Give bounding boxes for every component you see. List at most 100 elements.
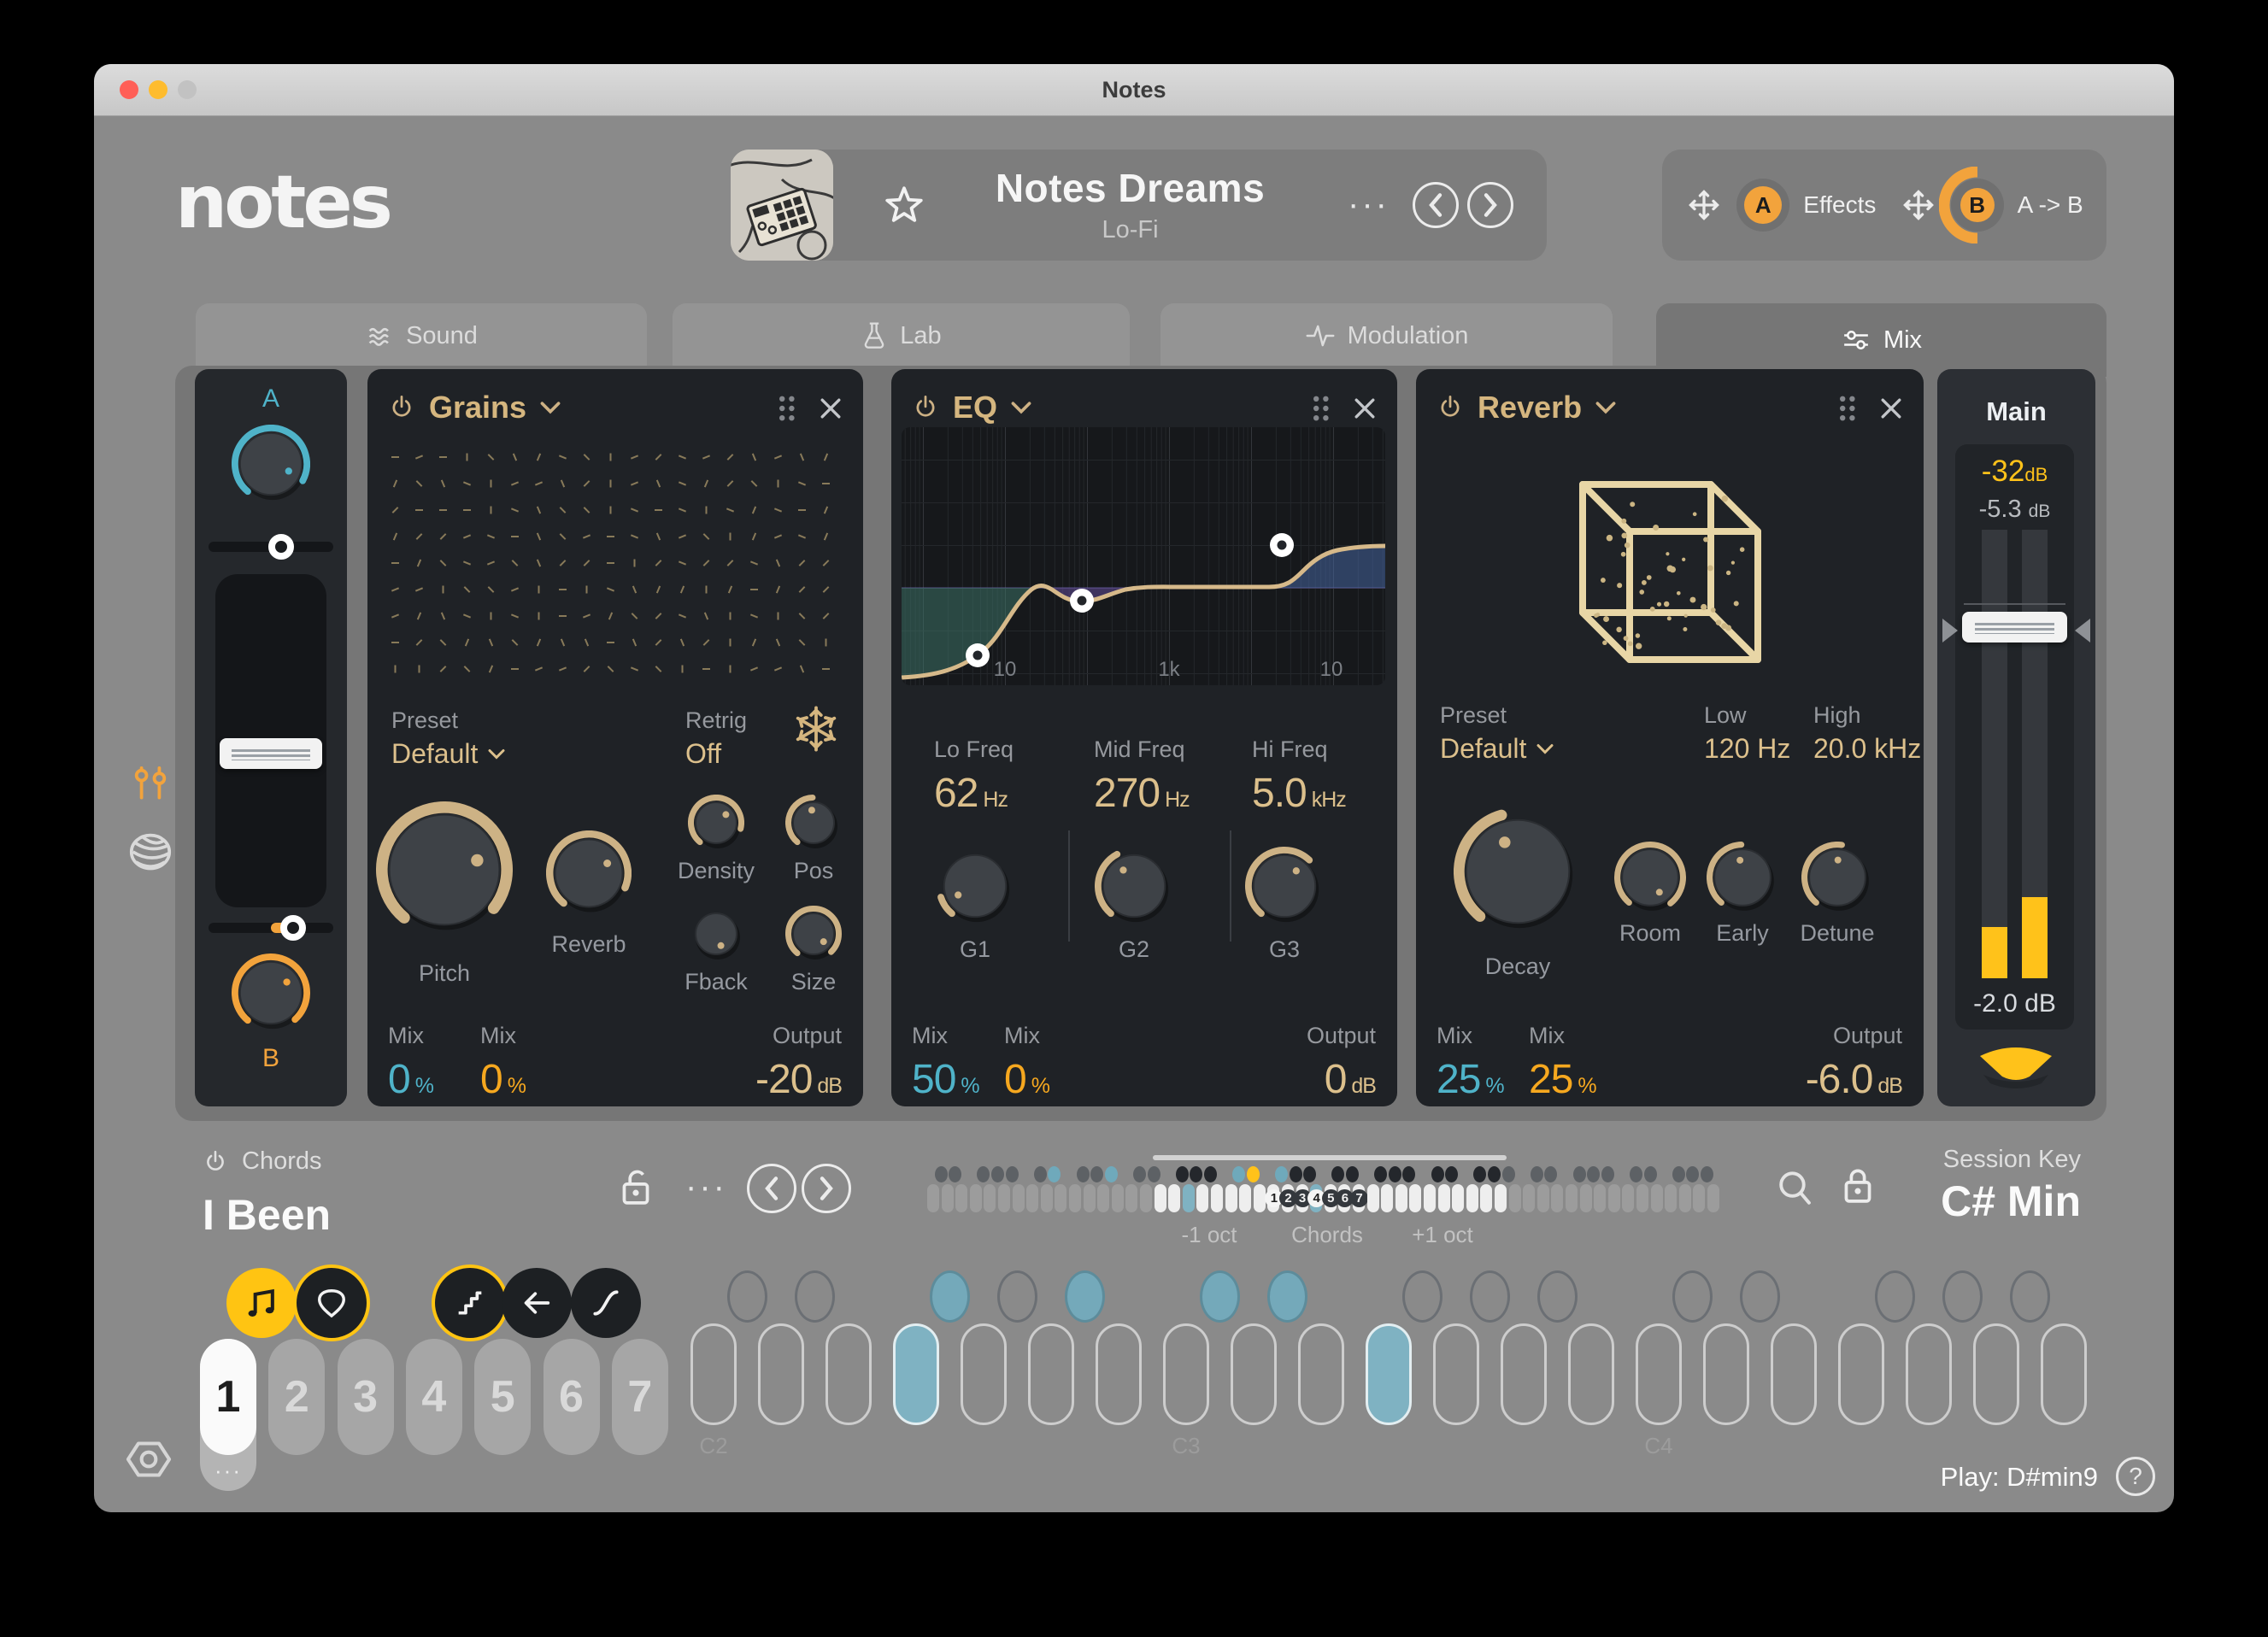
mini-key[interactable] <box>1196 1184 1208 1212</box>
mini-key[interactable] <box>1069 1184 1081 1212</box>
grip-icon[interactable] <box>1836 395 1857 422</box>
mini-black-key[interactable] <box>1473 1166 1486 1182</box>
mini-key[interactable] <box>1367 1184 1379 1212</box>
white-key[interactable] <box>1703 1323 1749 1425</box>
white-key[interactable] <box>1231 1323 1277 1425</box>
mini-black-key[interactable] <box>1048 1166 1061 1182</box>
mini-key[interactable] <box>1580 1184 1592 1212</box>
preset-name[interactable]: Notes Dreams <box>953 165 1307 211</box>
grains-reverb-knob[interactable] <box>546 830 632 916</box>
white-key[interactable] <box>893 1323 939 1425</box>
close-icon[interactable] <box>1353 396 1377 420</box>
mini-key[interactable] <box>1509 1184 1521 1212</box>
mini-key[interactable] <box>1537 1184 1549 1212</box>
search-icon[interactable] <box>1776 1168 1815 1209</box>
mini-key[interactable] <box>1395 1184 1407 1212</box>
move-icon[interactable] <box>1900 186 1937 224</box>
mini-black-key[interactable] <box>1531 1166 1543 1182</box>
mini-black-key[interactable] <box>1105 1166 1118 1182</box>
mini-key[interactable] <box>1622 1184 1634 1212</box>
mini-black-key[interactable] <box>1389 1166 1401 1182</box>
mid-freq-value[interactable]: 270Hz <box>1094 770 1190 817</box>
mini-key[interactable] <box>1707 1184 1719 1212</box>
mini-black-key[interactable] <box>1601 1166 1614 1182</box>
mini-black-key[interactable] <box>1204 1166 1217 1182</box>
mini-key[interactable] <box>1013 1184 1025 1212</box>
mini-black-key[interactable] <box>1445 1166 1458 1182</box>
mini-key[interactable] <box>1041 1184 1053 1212</box>
settings-hexnut-icon[interactable] <box>125 1438 173 1481</box>
pan-indicator[interactable] <box>1975 1046 2057 1090</box>
mini-black-key[interactable] <box>1587 1166 1600 1182</box>
mini-key[interactable] <box>1608 1184 1620 1212</box>
white-key[interactable] <box>1163 1323 1209 1425</box>
mini-black-key[interactable] <box>1190 1166 1202 1182</box>
low-cut-value[interactable]: 120 Hz <box>1704 733 1790 765</box>
mini-key[interactable] <box>1168 1184 1180 1212</box>
retrig-value[interactable]: Off <box>685 738 721 770</box>
mini-black-key[interactable] <box>1290 1166 1302 1182</box>
mini-key[interactable] <box>1594 1184 1606 1212</box>
preset-more-icon[interactable]: ··· <box>1348 185 1390 224</box>
mini-key[interactable] <box>1155 1184 1166 1212</box>
tab-modulation[interactable]: Modulation <box>1160 303 1613 368</box>
black-key[interactable] <box>1537 1270 1578 1323</box>
session-key-value[interactable]: C# Min <box>1829 1176 2081 1226</box>
black-key[interactable] <box>1470 1270 1510 1323</box>
g3-knob[interactable] <box>1245 847 1324 925</box>
mini-key[interactable] <box>1566 1184 1578 1212</box>
close-icon[interactable] <box>819 396 843 420</box>
mini-black-key[interactable] <box>935 1166 948 1182</box>
move-icon[interactable] <box>1685 186 1723 224</box>
mini-black-key[interactable] <box>1573 1166 1586 1182</box>
mini-black-key[interactable] <box>1488 1166 1501 1182</box>
black-key[interactable] <box>2010 1270 2050 1323</box>
output-value[interactable]: 0dB <box>1307 1056 1376 1103</box>
mini-key[interactable] <box>1466 1184 1478 1212</box>
mini-key[interactable] <box>1211 1184 1223 1212</box>
freeze-snowflake-icon[interactable] <box>791 704 841 754</box>
early-knob[interactable] <box>1707 842 1778 913</box>
mini-key[interactable] <box>1026 1184 1038 1212</box>
mini-black-key[interactable] <box>1544 1166 1557 1182</box>
chord-pad-2[interactable]: 2 <box>268 1339 325 1455</box>
globe-icon[interactable] <box>126 831 174 874</box>
lo-freq-value[interactable]: 62Hz <box>934 770 1014 817</box>
mini-key[interactable] <box>1140 1184 1152 1212</box>
mini-key[interactable] <box>1097 1184 1109 1212</box>
black-key[interactable] <box>930 1270 970 1323</box>
arp-steps-button[interactable] <box>435 1268 505 1338</box>
octave-up-label[interactable]: +1 oct <box>1412 1222 1473 1248</box>
power-icon[interactable] <box>1437 394 1464 421</box>
white-key[interactable] <box>961 1323 1007 1425</box>
favorite-star-icon[interactable] <box>883 184 925 226</box>
arp-direction-button[interactable] <box>502 1268 572 1338</box>
mini-key[interactable] <box>1679 1184 1691 1212</box>
mini-key[interactable] <box>984 1184 996 1212</box>
mini-black-key[interactable] <box>1077 1166 1090 1182</box>
eq-handle[interactable] <box>966 643 990 667</box>
chord-pad-3[interactable]: 3 <box>338 1339 394 1455</box>
mini-black-key[interactable] <box>1502 1166 1515 1182</box>
help-icon[interactable]: ? <box>2116 1457 2155 1496</box>
chords-more-icon[interactable]: ··· <box>685 1168 727 1206</box>
fader-arrow-left-icon[interactable] <box>1942 619 1958 642</box>
tab-sound[interactable]: Sound <box>196 303 647 368</box>
mini-key[interactable] <box>1084 1184 1096 1212</box>
white-key[interactable] <box>1501 1323 1547 1425</box>
lock-open-icon[interactable] <box>617 1166 655 1211</box>
white-key[interactable] <box>1636 1323 1682 1425</box>
mix-b-value[interactable]: 25% <box>1529 1056 1596 1103</box>
chord-pad-1[interactable]: 1 <box>200 1339 256 1455</box>
main-fader-handle[interactable] <box>1962 612 2067 642</box>
white-key[interactable] <box>826 1323 872 1425</box>
channel-b-slider[interactable] <box>209 923 333 933</box>
mix-b-value[interactable]: 0% <box>1004 1056 1049 1103</box>
reverb-space-visualizer[interactable] <box>1544 437 1801 694</box>
black-key[interactable] <box>1267 1270 1307 1323</box>
mini-key[interactable] <box>1225 1184 1237 1212</box>
density-knob[interactable] <box>688 795 744 851</box>
black-key[interactable] <box>727 1270 767 1323</box>
mini-black-key[interactable] <box>1402 1166 1415 1182</box>
chord-mode-button[interactable] <box>226 1268 297 1338</box>
